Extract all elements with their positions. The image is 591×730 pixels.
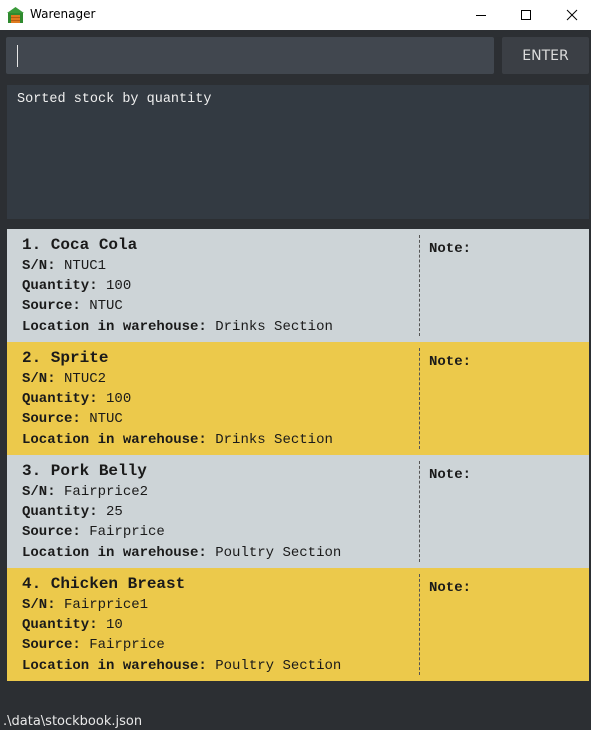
stock-serial: Fairprice2: [64, 484, 149, 500]
stock-card[interactable]: 3. Pork Belly S/N: Fairprice2 Quantity: …: [7, 455, 589, 568]
serial-label: S/N:: [22, 484, 56, 500]
stock-name: 2. Sprite: [22, 349, 109, 367]
stock-source: Fairprice: [89, 637, 165, 654]
stock-location: Drinks Section: [215, 431, 333, 448]
stock-location: Poultry Section: [215, 544, 342, 561]
stock-serial: NTUC1: [64, 258, 107, 274]
stock-quantity: 10: [106, 617, 123, 634]
close-icon: [566, 9, 578, 21]
quantity-label: Quantity:: [22, 391, 98, 408]
stock-location-row: Location in warehouse: Drinks Section: [22, 317, 333, 337]
text-caret: [17, 45, 18, 67]
storage-path: .\data\stockbook.json: [3, 714, 143, 729]
title-bar: Warenager: [0, 0, 591, 30]
location-label: Location in warehouse:: [22, 657, 207, 674]
stock-source: NTUC: [89, 411, 123, 428]
stock-info: 1. Coca Cola S/N: NTUC1 Quantity: 100 So…: [22, 236, 333, 337]
stock-info: 2. Sprite S/N: NTUC2 Quantity: 100 Sourc…: [22, 349, 333, 450]
quantity-label: Quantity:: [22, 617, 98, 634]
location-label: Location in warehouse:: [22, 318, 207, 335]
maximize-button[interactable]: [503, 0, 549, 30]
stock-quantity-row: Quantity: 100: [22, 276, 333, 296]
minimize-icon: [476, 15, 486, 16]
stock-info: 4. Chicken Breast S/N: Fairprice1 Quanti…: [22, 575, 341, 676]
source-label: Source:: [22, 411, 81, 428]
stock-name: 4. Chicken Breast: [22, 575, 186, 593]
source-label: Source:: [22, 298, 81, 315]
source-label: Source:: [22, 524, 81, 541]
enter-button[interactable]: ENTER: [502, 37, 589, 74]
serial-label: S/N:: [22, 597, 56, 613]
stock-location: Poultry Section: [215, 657, 342, 674]
stock-card[interactable]: 2. Sprite S/N: NTUC2 Quantity: 100 Sourc…: [7, 342, 589, 455]
close-button[interactable]: [549, 0, 591, 30]
stock-location: Drinks Section: [215, 318, 333, 335]
stock-location-row: Location in warehouse: Poultry Section: [22, 656, 341, 676]
stock-quantity: 100: [106, 278, 132, 295]
stock-info: 3. Pork Belly S/N: Fairprice2 Quantity: …: [22, 462, 341, 563]
maximize-icon: [521, 10, 531, 20]
note-label: Note:: [429, 354, 472, 370]
serial-label: S/N:: [22, 258, 56, 274]
stock-source-row: Source: Fairprice: [22, 635, 341, 655]
stock-source: Fairprice: [89, 524, 165, 541]
stock-quantity: 100: [106, 391, 132, 408]
stock-quantity-row: Quantity: 100: [22, 389, 333, 409]
location-label: Location in warehouse:: [22, 544, 207, 561]
stock-serial-row: S/N: Fairprice2: [22, 482, 341, 502]
card-divider: [419, 574, 420, 675]
stock-serial-row: S/N: NTUC2: [22, 369, 333, 389]
minimize-button[interactable]: [458, 0, 504, 30]
stock-quantity: 25: [106, 504, 123, 521]
stock-source-row: Source: Fairprice: [22, 522, 341, 542]
stock-source-row: Source: NTUC: [22, 409, 333, 429]
card-divider: [419, 235, 420, 336]
serial-label: S/N:: [22, 371, 56, 387]
quantity-label: Quantity:: [22, 278, 98, 295]
command-input[interactable]: [6, 37, 494, 74]
stock-quantity-row: Quantity: 10: [22, 615, 341, 635]
stock-name: 3. Pork Belly: [22, 462, 147, 480]
stock-card[interactable]: 1. Coca Cola S/N: NTUC1 Quantity: 100 So…: [7, 229, 589, 342]
stock-source: NTUC: [89, 298, 123, 315]
note-label: Note:: [429, 580, 472, 596]
stock-serial-row: S/N: Fairprice1: [22, 595, 341, 615]
location-label: Location in warehouse:: [22, 431, 207, 448]
quantity-label: Quantity:: [22, 504, 98, 521]
card-divider: [419, 461, 420, 562]
result-display: Sorted stock by quantity: [7, 85, 589, 219]
stock-source-row: Source: NTUC: [22, 296, 333, 316]
card-divider: [419, 348, 420, 449]
window-title: Warenager: [30, 7, 96, 21]
note-label: Note:: [429, 241, 472, 257]
stock-location-row: Location in warehouse: Drinks Section: [22, 430, 333, 450]
stock-location-row: Location in warehouse: Poultry Section: [22, 543, 341, 563]
stock-serial: NTUC2: [64, 371, 107, 387]
source-label: Source:: [22, 637, 81, 654]
stock-name: 1. Coca Cola: [22, 236, 138, 254]
note-label: Note:: [429, 467, 472, 483]
stock-card[interactable]: 4. Chicken Breast S/N: Fairprice1 Quanti…: [7, 568, 589, 681]
stock-list[interactable]: 1. Coca Cola S/N: NTUC1 Quantity: 100 So…: [7, 229, 589, 681]
stock-quantity-row: Quantity: 25: [22, 502, 341, 522]
stock-serial-row: S/N: NTUC1: [22, 256, 333, 276]
warehouse-icon: [7, 6, 24, 23]
stock-serial: Fairprice1: [64, 597, 149, 613]
result-message: Sorted stock by quantity: [17, 92, 212, 107]
